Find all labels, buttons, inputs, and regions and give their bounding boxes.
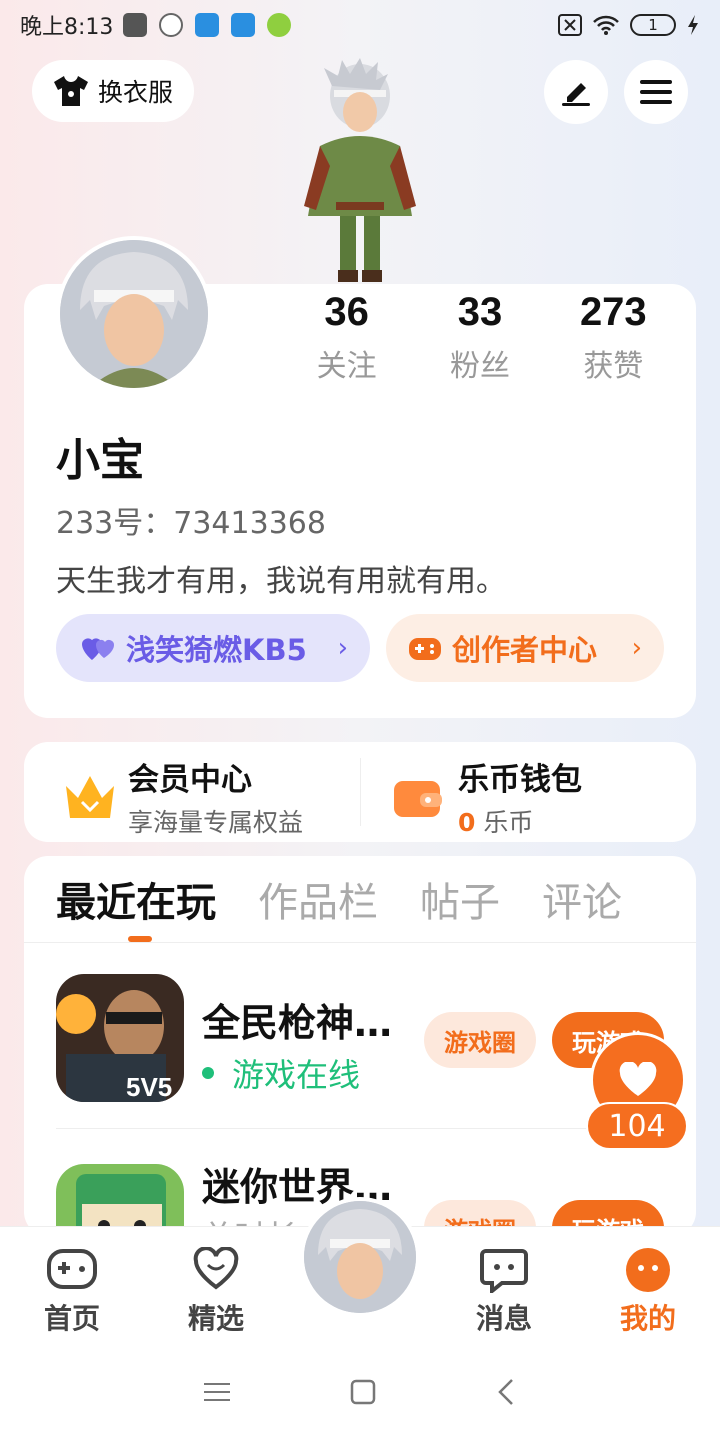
stat-likes-label: 获赞 xyxy=(583,349,644,384)
browser-icon-2 xyxy=(231,13,256,37)
tab-works[interactable]: 作品栏 xyxy=(258,870,378,928)
stat-following-label: 关注 xyxy=(316,349,377,384)
game-icon[interactable]: 5V5 xyxy=(56,974,184,1102)
chat-icon xyxy=(480,1249,528,1293)
creator-center-label: 创作者中心 xyxy=(452,633,598,667)
menu-button[interactable] xyxy=(624,60,688,124)
stat-fans-count: 33 xyxy=(457,290,503,334)
user-id: 233号：73413368 xyxy=(56,506,326,541)
home-square-icon[interactable] xyxy=(350,1379,376,1405)
game-status-text: 游戏在线 xyxy=(232,1056,361,1094)
sync-icon xyxy=(159,13,184,37)
edit-profile-button[interactable] xyxy=(544,60,608,124)
wallet-amount: 0 xyxy=(458,808,476,837)
heart-icon xyxy=(619,1062,657,1096)
tab-comments[interactable]: 评论 xyxy=(542,870,622,928)
wallet-unit: 乐币 xyxy=(483,808,534,837)
wallet-entry[interactable]: 乐币钱包 0 乐币 xyxy=(392,754,582,839)
chevron-right-icon: › xyxy=(337,633,348,663)
game-circle-button[interactable]: 游戏圈 xyxy=(424,1012,536,1068)
hearts-icon xyxy=(82,638,114,660)
online-dot xyxy=(202,1067,214,1079)
nav-messages-label: 消息 xyxy=(475,1302,532,1335)
game-status: 游戏在线 xyxy=(202,1050,360,1096)
vip-subtitle: 享海量专属权益 xyxy=(128,808,304,837)
status-time: 晚上8:13 xyxy=(20,15,114,40)
menu-icon xyxy=(640,80,672,104)
no-sim-icon xyxy=(558,14,582,36)
vip-center-entry[interactable]: 会员中心 享海量专属权益 xyxy=(62,754,303,839)
nav-avatar-button[interactable] xyxy=(300,1197,420,1317)
stat-fans[interactable]: 33 粉丝 xyxy=(413,290,546,385)
chevron-right-icon: › xyxy=(631,633,642,663)
change-clothes-label: 换衣服 xyxy=(98,78,174,107)
nav-messages[interactable]: 消息 xyxy=(454,1247,554,1337)
divider xyxy=(360,758,361,826)
profile-avatar[interactable] xyxy=(56,236,212,392)
settings-badge-icon xyxy=(267,13,292,37)
bottom-navigation: 首页 精选 消息 我的 xyxy=(0,1197,720,1344)
browser-icon xyxy=(195,13,220,37)
recents-icon[interactable] xyxy=(204,1381,230,1403)
change-clothes-button[interactable]: 换衣服 xyxy=(32,60,194,122)
nav-mine-label: 我的 xyxy=(619,1302,676,1335)
nav-mine[interactable]: 我的 xyxy=(598,1247,698,1337)
back-icon[interactable] xyxy=(496,1378,516,1406)
crown-icon xyxy=(66,775,114,818)
friend-tag-label: 浅笑猗燃KB5 xyxy=(126,633,307,667)
user-bio: 天生我才有用，我说有用就有用。 xyxy=(56,564,506,599)
like-count: 104 xyxy=(586,1102,688,1150)
friend-tag-button[interactable]: 浅笑猗燃KB5 › xyxy=(56,614,370,682)
user-name: 小宝 xyxy=(56,435,144,486)
nav-featured[interactable]: 精选 xyxy=(166,1247,266,1337)
charging-icon xyxy=(688,15,698,35)
wallet-icon xyxy=(394,780,442,817)
divider xyxy=(24,942,696,943)
profile-stats: 36 关注 33 粉丝 273 获赞 xyxy=(280,290,680,385)
app-notification-icon xyxy=(123,13,148,37)
heart-outline-icon xyxy=(193,1247,239,1290)
nav-home[interactable]: 首页 xyxy=(22,1247,122,1337)
status-bar: 晚上8:13 1 xyxy=(0,0,720,50)
stat-likes[interactable]: 273 获赞 xyxy=(547,290,680,385)
game-name: 全民枪神… xyxy=(202,1001,393,1045)
stat-fans-label: 粉丝 xyxy=(449,349,510,384)
creator-center-button[interactable]: 创作者中心 › xyxy=(386,614,664,682)
battery-indicator: 1 xyxy=(630,14,676,36)
system-navigation-bar xyxy=(0,1344,720,1440)
wallet-title: 乐币钱包 xyxy=(458,762,582,798)
stat-following-count: 36 xyxy=(324,290,369,334)
face-icon xyxy=(626,1248,670,1292)
tab-posts[interactable]: 帖子 xyxy=(420,870,500,928)
avatar xyxy=(304,1201,416,1313)
stat-following[interactable]: 36 关注 xyxy=(280,290,413,385)
edit-icon xyxy=(562,83,590,106)
wifi-icon xyxy=(593,15,619,35)
nav-home-label: 首页 xyxy=(43,1302,100,1335)
stat-likes-count: 273 xyxy=(579,290,647,334)
gamepad-icon xyxy=(409,638,441,660)
gamepad-icon xyxy=(47,1249,97,1289)
tshirt-icon xyxy=(54,76,88,106)
content-tabs: 最近在玩 作品栏 帖子 评论 xyxy=(56,870,622,928)
tab-recent[interactable]: 最近在玩 xyxy=(56,870,216,928)
nav-featured-label: 精选 xyxy=(187,1302,244,1335)
divider xyxy=(56,1128,672,1129)
vip-title: 会员中心 xyxy=(128,762,252,798)
avatar-character-figure[interactable] xyxy=(290,56,430,286)
svg-text:5V5: 5V5 xyxy=(126,1072,172,1102)
